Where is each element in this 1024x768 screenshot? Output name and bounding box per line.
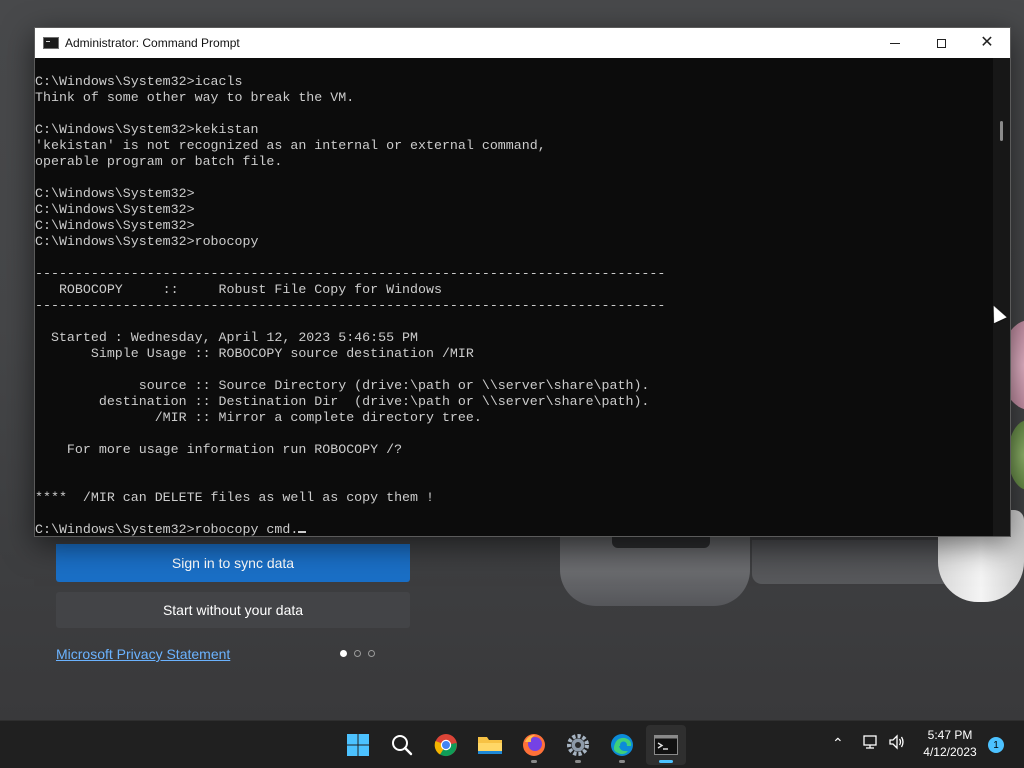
command-prompt-window[interactable]: Administrator: Command Prompt ✕ C:\Windo… [34, 27, 1011, 537]
console-line: /MIR :: Mirror a complete directory tree… [35, 410, 482, 425]
window-title: Administrator: Command Prompt [65, 36, 240, 50]
carousel-dot-3[interactable] [368, 650, 375, 657]
command-prompt-taskbar-button[interactable] [646, 725, 686, 765]
carousel-dots [340, 650, 375, 657]
command-prompt-icon [654, 735, 678, 755]
console-line: C:\Windows\System32>robocopy [35, 234, 259, 249]
settings-button[interactable] [558, 725, 598, 765]
settings-icon [567, 734, 589, 756]
console-line: Simple Usage :: ROBOCOPY source destinat… [35, 346, 474, 361]
console-line: operable program or batch file. [35, 154, 283, 169]
command-prompt-running-indicator [659, 760, 673, 763]
console-line: C:\Windows\System32>kekistan [35, 122, 259, 137]
console-line: C:\Windows\System32>robocopy cmd. [35, 522, 993, 538]
console-line: ROBOCOPY :: Robust File Copy for Windows [35, 282, 442, 297]
firefox-icon [523, 734, 545, 756]
console-line: Started : Wednesday, April 12, 2023 5:46… [35, 330, 419, 345]
show-hidden-icons-chevron-icon[interactable]: ⌃ [832, 735, 844, 752]
console-line: Think of some other way to break the VM. [35, 90, 355, 105]
console-line: For more usage information run ROBOCOPY … [35, 442, 403, 457]
start-button[interactable] [338, 725, 378, 765]
text-cursor [298, 531, 307, 533]
carousel-dot-1[interactable] [340, 650, 347, 657]
maximize-icon [936, 38, 946, 48]
clock-date: 4/12/2023 [923, 745, 977, 759]
file-explorer-icon [478, 737, 502, 754]
close-icon: ✕ [980, 34, 994, 51]
volume-icon[interactable] [888, 733, 906, 751]
console-line: C:\Windows\System32> [35, 218, 195, 233]
minimize-button[interactable] [872, 28, 918, 58]
chrome-button[interactable] [426, 725, 466, 765]
vertical-scrollbar[interactable] [993, 58, 1010, 536]
file-explorer-button[interactable] [470, 725, 510, 765]
close-button[interactable]: ✕ [964, 28, 1010, 58]
console-line: source :: Source Directory (drive:\path … [35, 378, 650, 393]
start-icon [347, 734, 369, 756]
minimize-icon [890, 42, 900, 44]
console-line: C:\Windows\System32> [35, 202, 195, 217]
firefox-running-indicator [531, 760, 537, 763]
console-line: destination :: Destination Dir (drive:\p… [35, 394, 650, 409]
console-line: C:\Windows\System32>icacls [35, 74, 243, 89]
taskbar-clock[interactable]: 5:47 PM 4/12/2023 [918, 727, 982, 761]
start-without-data-button[interactable]: Start without your data [56, 592, 410, 628]
console-line: C:\Windows\System32> [35, 186, 195, 201]
command-prompt-icon[interactable] [43, 37, 59, 49]
scrollbar-thumb[interactable] [1000, 121, 1003, 141]
firefox-button[interactable] [514, 725, 554, 765]
console-line: ----------------------------------------… [35, 266, 666, 281]
privacy-statement-link[interactable]: Microsoft Privacy Statement [56, 646, 230, 662]
chrome-icon [434, 734, 457, 757]
maximize-button[interactable] [918, 28, 964, 58]
console-output[interactable]: C:\Windows\System32>icacls Think of some … [35, 74, 993, 538]
edge-running-indicator [619, 760, 625, 763]
shelf-image [752, 540, 952, 584]
window-controls: ✕ [872, 28, 1010, 58]
sign-in-sync-button[interactable]: Sign in to sync data [56, 544, 410, 582]
network-icon[interactable] [862, 733, 880, 751]
notification-badge[interactable]: 1 [988, 737, 1004, 753]
edge-button[interactable] [602, 725, 642, 765]
search-icon [392, 735, 413, 756]
carousel-dot-2[interactable] [354, 650, 361, 657]
system-tray [862, 733, 906, 751]
console-line: ----------------------------------------… [35, 298, 666, 313]
console-line: **** /MIR can DELETE files as well as co… [35, 490, 434, 505]
title-bar[interactable]: Administrator: Command Prompt ✕ [35, 28, 1010, 58]
edge-icon [611, 734, 633, 756]
console-line: 'kekistan' is not recognized as an inter… [35, 138, 546, 153]
search-button[interactable] [382, 725, 422, 765]
clock-time: 5:47 PM [927, 728, 973, 742]
settings-running-indicator [575, 760, 581, 763]
